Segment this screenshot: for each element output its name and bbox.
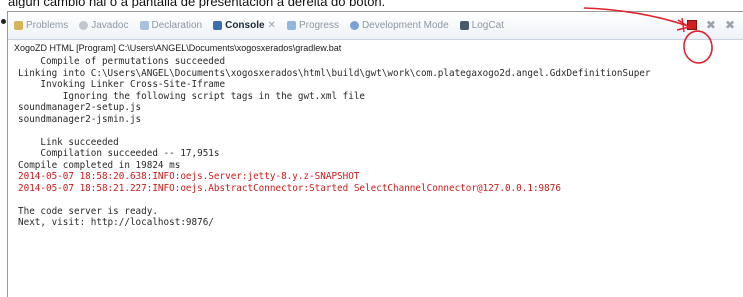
console-icon (213, 21, 223, 30)
view-tab-bar: Problems Javadoc Declaration Console ✕ P… (8, 12, 743, 40)
tab-progress[interactable]: Progress (286, 20, 339, 31)
tab-logcat[interactable]: LogCat (459, 20, 504, 31)
terminate-icon[interactable] (686, 20, 697, 30)
tab-development-mode[interactable]: Development Mode (349, 20, 449, 31)
console-output[interactable]: Compile of permutations succeeded Linking… (8, 56, 743, 297)
console-view: Problems Javadoc Declaration Console ✕ P… (7, 11, 743, 297)
declaration-icon (139, 21, 149, 30)
console-line: 2014-05-07 18:58:20.638:INFO:oejs.Server… (18, 171, 360, 182)
list-bullet (1, 19, 6, 24)
console-line: Compile completed in 19824 ms (18, 159, 181, 171)
tab-label: Javadoc (91, 20, 129, 31)
console-line: The code server is ready. (18, 205, 158, 217)
remove-launch-icon[interactable]: ✖ (706, 19, 716, 31)
tab-label: Console (225, 20, 265, 31)
problems-icon (14, 21, 23, 30)
tab-problems[interactable]: Problems (14, 20, 68, 31)
console-line: soundmanager2-jsmin.js (18, 113, 142, 125)
console-line: Linking into C:\Users\ANGEL\Documents\xo… (18, 67, 651, 79)
close-icon[interactable]: ✕ (268, 20, 276, 31)
console-line: soundmanager2-setup.js (18, 102, 142, 113)
launch-path: XogoZD HTML [Program] C:\Users\ANGEL\Doc… (14, 43, 342, 53)
tab-label: Declaration (151, 20, 203, 31)
tab-label: Development Mode (361, 20, 449, 31)
console-line: Invoking Linker Cross-Site-Iframe (18, 79, 226, 90)
console-toolbar: ✖ ✖ (686, 19, 735, 31)
tab-javadoc[interactable]: Javadoc (79, 20, 129, 31)
remove-all-terminated-icon[interactable]: ✖ (725, 19, 735, 31)
tab-declaration[interactable]: Declaration (139, 20, 203, 31)
console-line: Link succeeded (18, 136, 119, 148)
javadoc-icon (79, 21, 89, 30)
console-line: 2014-05-07 18:58:21.227:INFO:oejs.Abstra… (18, 182, 561, 194)
tab-console[interactable]: Console ✕ (213, 20, 276, 31)
console-line: Ignoring the following script tags in th… (18, 90, 366, 102)
logcat-icon (459, 21, 469, 30)
tab-label: LogCat (471, 20, 504, 31)
development-mode-icon (349, 21, 359, 30)
progress-icon (286, 21, 296, 30)
console-line: Next, visit: http://localhost:9876/ (18, 217, 214, 228)
caption-text: algún cambio hai o a pantalla de present… (8, 0, 386, 8)
tab-label: Progress (298, 20, 339, 31)
tab-label: Problems (26, 20, 69, 31)
console-line: Compilation succeeded -- 17,951s (18, 148, 220, 159)
console-line: Compile of permutations succeeded (18, 56, 226, 67)
